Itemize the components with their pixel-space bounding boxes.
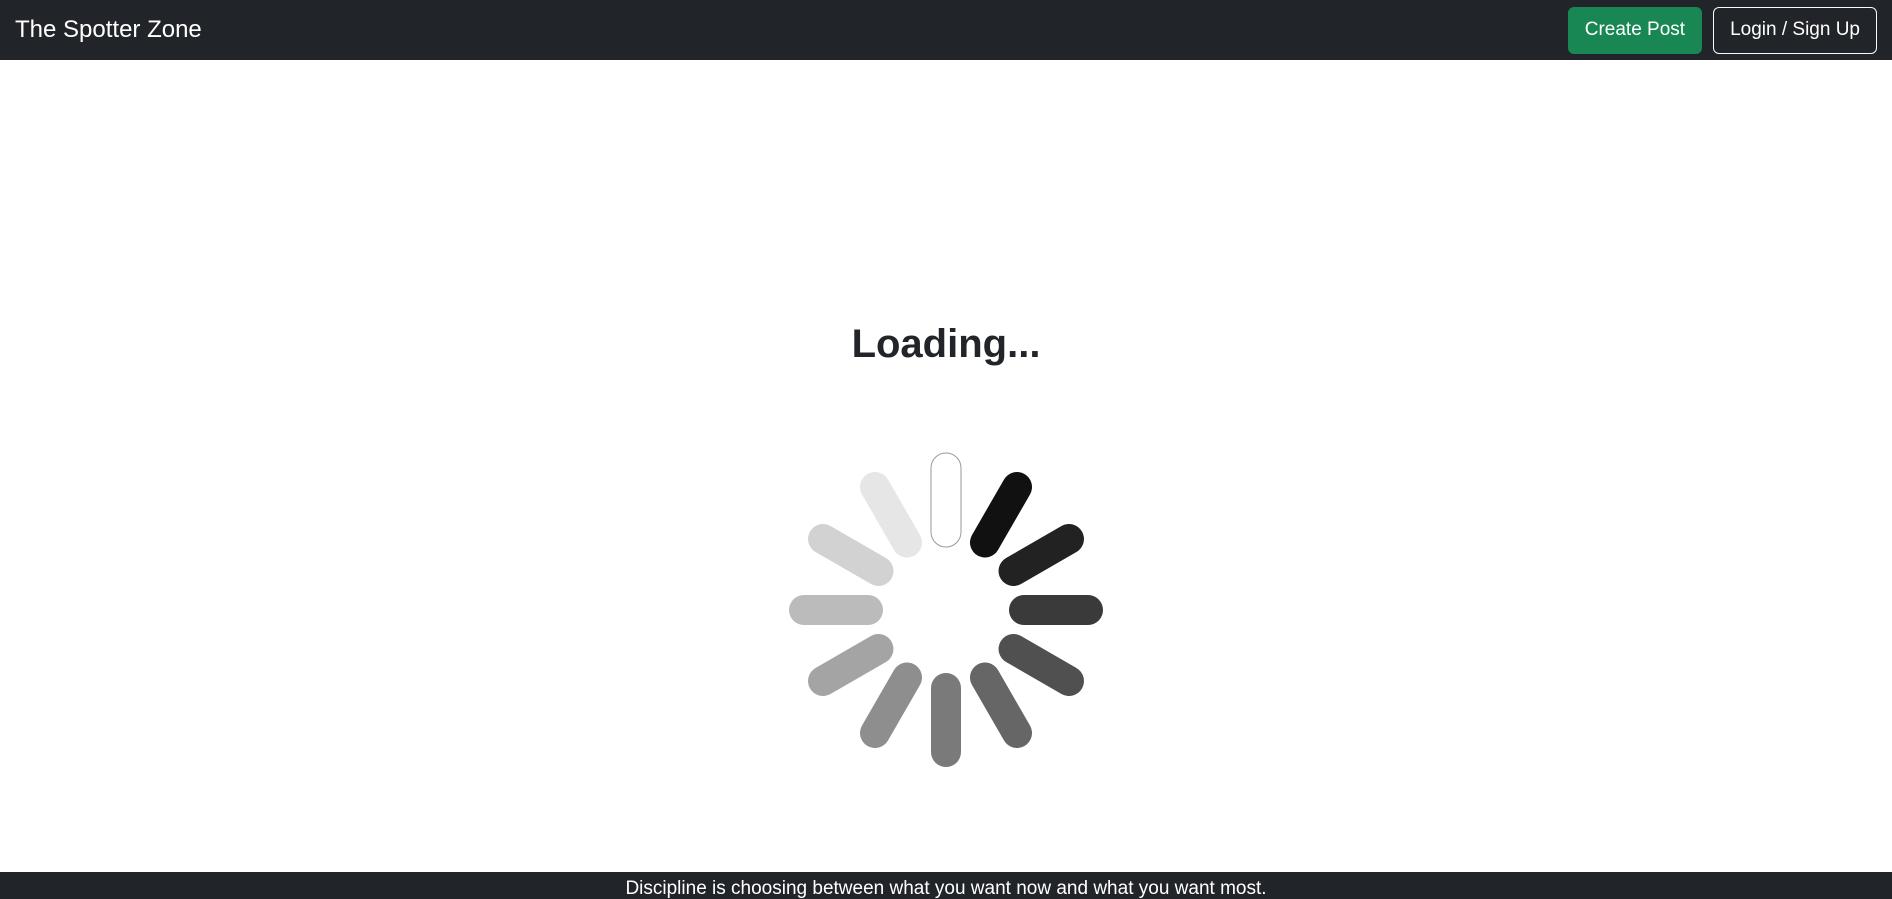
main-content: Loading...: [0, 60, 1892, 872]
spinner-spoke: [931, 673, 961, 767]
navbar: The Spotter Zone Create Post Login / Sig…: [0, 0, 1892, 60]
login-signup-button[interactable]: Login / Sign Up: [1713, 6, 1877, 54]
loading-title: Loading...: [851, 322, 1041, 366]
footer: Discipline is choosing between what you …: [0, 872, 1892, 899]
spinner-spoke: [789, 595, 883, 625]
spinner-spoke: [1009, 595, 1103, 625]
nav-actions: Create Post Login / Sign Up: [1567, 6, 1877, 54]
spinner-spoke: [930, 452, 962, 548]
brand-link[interactable]: The Spotter Zone: [15, 16, 202, 44]
create-post-button[interactable]: Create Post: [1567, 6, 1703, 54]
footer-quote: Discipline is choosing between what you …: [625, 878, 1267, 899]
loading-spinner-icon: [789, 452, 1103, 767]
